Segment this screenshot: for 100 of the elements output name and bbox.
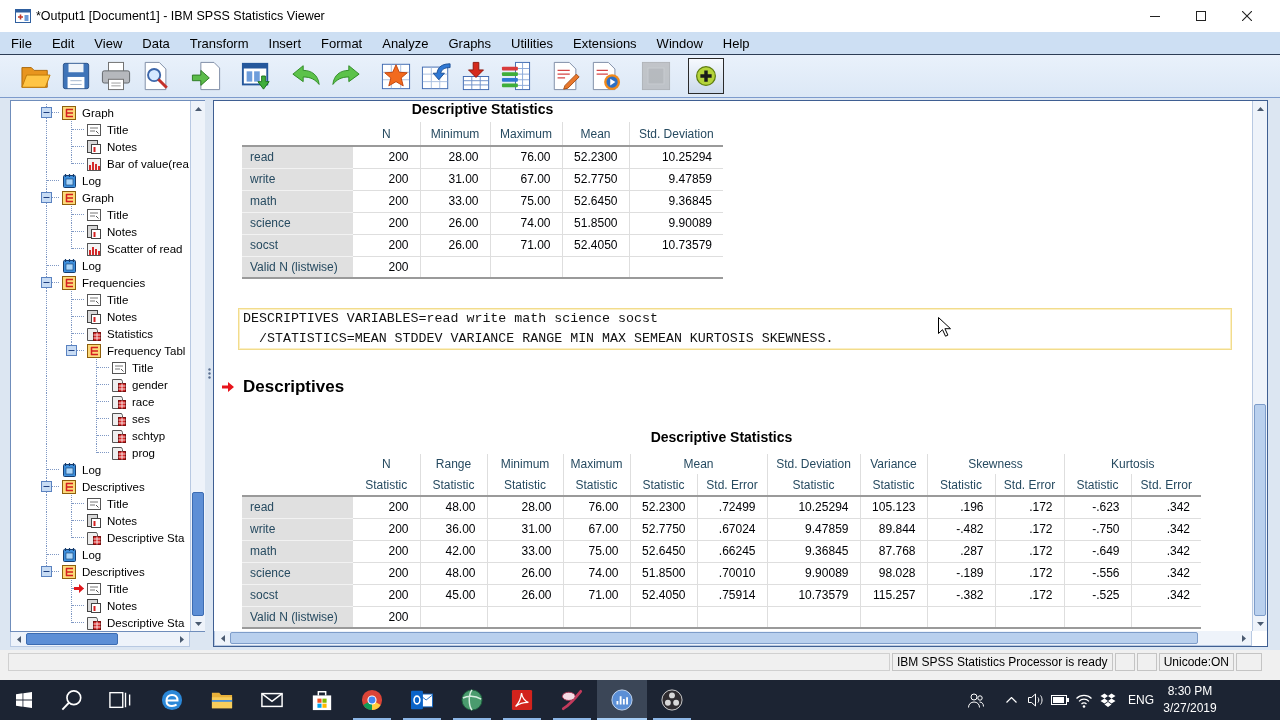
- envelope-tile-icon[interactable]: [411, 689, 433, 711]
- outline-item[interactable]: Title: [107, 497, 129, 510]
- outline-item[interactable]: schtyp: [132, 429, 166, 442]
- scroll-up-icon[interactable]: [1256, 106, 1264, 111]
- collapse-icon[interactable]: [41, 277, 52, 288]
- outline-item[interactable]: Descriptive Sta: [107, 616, 185, 629]
- outline-item[interactable]: Notes: [107, 225, 138, 238]
- outline-item[interactable]: Notes: [107, 140, 138, 153]
- outline-item[interactable]: Notes: [107, 514, 138, 527]
- horizontal-scrollbar[interactable]: [214, 631, 1252, 646]
- outline-item[interactable]: Descriptive Sta: [107, 531, 185, 544]
- menu-item[interactable]: Utilities: [501, 33, 563, 53]
- menu-item[interactable]: Graphs: [438, 33, 502, 53]
- maximize-icon[interactable]: [1196, 11, 1206, 21]
- outline-item[interactable]: Title: [107, 582, 129, 595]
- ring-icon[interactable]: [661, 689, 683, 711]
- grip-icon[interactable]: [207, 368, 211, 379]
- menu-item[interactable]: Data: [132, 33, 180, 53]
- plus-circle-icon[interactable]: [696, 66, 716, 86]
- clock-time[interactable]: 8:30 PM: [1167, 683, 1213, 700]
- outline-item[interactable]: prog: [132, 446, 156, 459]
- scroll-left-icon[interactable]: [16, 636, 21, 643]
- bar-chart-circle-icon[interactable]: [611, 689, 633, 711]
- menu-item[interactable]: Format: [311, 33, 373, 53]
- search-icon[interactable]: [61, 689, 83, 711]
- outline-item[interactable]: ses: [132, 412, 150, 425]
- toolbar-button[interactable]: [688, 58, 724, 94]
- horizontal-scrollbar[interactable]: [10, 632, 190, 647]
- collapse-icon[interactable]: [66, 345, 77, 356]
- scroll-right-icon[interactable]: [1241, 635, 1246, 642]
- outline-item[interactable]: Descriptives: [82, 565, 145, 578]
- box-icon[interactable]: [1100, 692, 1116, 708]
- notes-icon: [86, 512, 102, 529]
- task-view-icon[interactable]: [109, 689, 131, 711]
- globe-icon[interactable]: [461, 689, 483, 711]
- speaker-icon[interactable]: [1028, 693, 1044, 707]
- table-cell: 9.90089: [629, 212, 723, 234]
- outline-item[interactable]: Log: [82, 174, 102, 187]
- scroll-thumb[interactable]: [230, 632, 1198, 644]
- shopping-bag-icon[interactable]: [311, 689, 333, 711]
- menu-item[interactable]: Edit: [41, 33, 85, 53]
- collapse-icon[interactable]: [41, 481, 52, 492]
- outline-item[interactable]: gender: [132, 378, 168, 391]
- menu-item[interactable]: Window: [646, 33, 713, 53]
- menu-item[interactable]: Help: [712, 33, 760, 53]
- outline-item[interactable]: Log: [82, 548, 102, 561]
- column-header: Statistic: [630, 474, 697, 496]
- collapse-icon[interactable]: [41, 107, 52, 118]
- minimize-icon[interactable]: [1150, 15, 1160, 17]
- outline-item[interactable]: Title: [107, 208, 129, 221]
- vertical-scrollbar[interactable]: [190, 101, 205, 631]
- language-indicator[interactable]: ENG: [1120, 693, 1162, 707]
- outline-item[interactable]: Title: [132, 361, 154, 374]
- chevron-up-icon[interactable]: [1006, 697, 1018, 703]
- menu-item[interactable]: View: [84, 33, 133, 53]
- collapse-icon[interactable]: [41, 566, 52, 577]
- scroll-up-icon[interactable]: [194, 106, 202, 111]
- vertical-scrollbar[interactable]: [1252, 101, 1267, 631]
- people-icon[interactable]: [968, 692, 984, 708]
- outline-item[interactable]: Notes: [107, 310, 138, 323]
- menu-item[interactable]: Extensions: [563, 33, 647, 53]
- clock-date[interactable]: 3/27/2019: [1163, 700, 1217, 717]
- browser-icon[interactable]: [161, 689, 183, 711]
- outline-item[interactable]: Scatter of read: [107, 242, 183, 255]
- table-cell: 28.00: [487, 496, 563, 518]
- collapse-icon[interactable]: [41, 192, 52, 203]
- outline-item[interactable]: Graph: [82, 191, 114, 204]
- close-icon[interactable]: [1242, 11, 1252, 21]
- wifi-icon[interactable]: [1076, 692, 1092, 708]
- scroll-thumb[interactable]: [192, 492, 204, 616]
- battery-icon[interactable]: [1051, 695, 1069, 705]
- round-logo-icon[interactable]: [361, 689, 383, 711]
- scroll-thumb[interactable]: [26, 633, 118, 645]
- document-tile-icon[interactable]: [511, 689, 533, 711]
- outline-item[interactable]: Frequencies: [82, 276, 146, 289]
- scroll-down-icon[interactable]: [194, 621, 202, 626]
- menu-item[interactable]: File: [1, 33, 42, 53]
- table-cell: 52.2300: [630, 496, 697, 518]
- outline-item[interactable]: race: [132, 395, 155, 408]
- outline-item[interactable]: Log: [82, 259, 102, 272]
- taskbar-button[interactable]: [597, 680, 647, 720]
- scroll-down-icon[interactable]: [1256, 621, 1264, 626]
- notes-icon: [86, 597, 102, 614]
- outline-item[interactable]: Notes: [107, 599, 138, 612]
- outline-item[interactable]: Graph: [82, 106, 114, 119]
- scroll-right-icon[interactable]: [179, 636, 184, 643]
- outline-item[interactable]: Title: [107, 123, 129, 136]
- outline-item[interactable]: Log: [82, 463, 102, 476]
- outline-item[interactable]: Statistics: [107, 327, 153, 340]
- menu-item[interactable]: Insert: [258, 33, 312, 53]
- menu-item[interactable]: Transform: [179, 33, 259, 53]
- menu-item[interactable]: Analyze: [372, 33, 439, 53]
- outline-item[interactable]: Title: [107, 293, 129, 306]
- outline-item[interactable]: Descriptives: [82, 480, 145, 493]
- scroll-thumb[interactable]: [1254, 404, 1266, 616]
- outline-item[interactable]: Frequency Tabl: [107, 344, 186, 357]
- start-icon[interactable]: [16, 692, 32, 708]
- scroll-left-icon[interactable]: [220, 635, 225, 642]
- brush-icon[interactable]: [561, 689, 583, 711]
- outline-item[interactable]: Bar of value(rea: [107, 157, 189, 170]
